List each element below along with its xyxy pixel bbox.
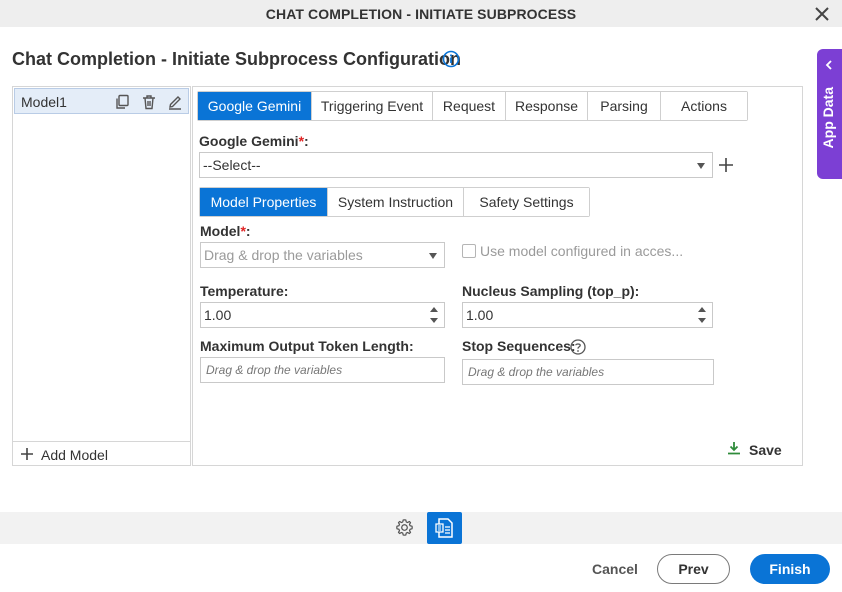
- temperature-label: Temperature:: [200, 283, 289, 299]
- top-p-label: Nucleus Sampling (top_p):: [462, 283, 640, 299]
- app-data-label: App Data: [820, 87, 836, 149]
- document-icon: [435, 518, 453, 538]
- spinner-arrows-icon[interactable]: [698, 305, 706, 325]
- dropdown-arrow-icon: [697, 163, 705, 169]
- window-title: CHAT COMPLETION - INITIATE SUBPROCESS: [265, 6, 577, 22]
- tab-parsing[interactable]: Parsing: [588, 92, 661, 120]
- tab-google-gemini[interactable]: Google Gemini: [198, 92, 312, 120]
- tab-actions[interactable]: Actions: [661, 92, 747, 120]
- document-preview-button[interactable]: [427, 512, 462, 544]
- max-output-token-label: Maximum Output Token Length:: [200, 338, 414, 354]
- add-model-label: Add Model: [41, 447, 108, 463]
- sub-tabs: Model Properties System Instruction Safe…: [199, 187, 590, 217]
- google-gemini-field-label: Google Gemini*:: [199, 133, 309, 149]
- max-output-token-placeholder: Drag & drop the variables: [206, 363, 343, 377]
- prev-button[interactable]: Prev: [657, 554, 730, 584]
- google-gemini-select[interactable]: --Select--: [199, 152, 713, 178]
- model-select-placeholder: Drag & drop the variables: [204, 247, 363, 263]
- plus-icon: [21, 448, 33, 460]
- edit-icon[interactable]: [167, 94, 183, 110]
- chevron-left-icon: [825, 60, 832, 70]
- main-tabs: Google Gemini Triggering Event Request R…: [197, 91, 748, 121]
- tab-safety-settings[interactable]: Safety Settings: [464, 188, 589, 216]
- tab-triggering-event[interactable]: Triggering Event: [312, 92, 433, 120]
- finish-button[interactable]: Finish: [750, 554, 830, 584]
- model-list-item[interactable]: Model1: [14, 88, 189, 114]
- max-output-token-input[interactable]: Drag & drop the variables: [200, 357, 445, 383]
- copy-icon[interactable]: [114, 94, 130, 110]
- top-p-input[interactable]: 1.00: [462, 302, 713, 328]
- delete-icon[interactable]: [141, 94, 157, 110]
- use-configured-model-label: Use model configured in acces...: [480, 243, 684, 259]
- stop-sequences-label: Stop Sequences:: [462, 338, 576, 354]
- add-connection-plus-icon[interactable]: [719, 158, 733, 172]
- cancel-button[interactable]: Cancel: [592, 561, 638, 577]
- dropdown-arrow-icon: [429, 253, 437, 259]
- model-select[interactable]: Drag & drop the variables: [200, 242, 445, 268]
- add-model-button[interactable]: Add Model: [13, 441, 190, 465]
- window-titlebar: CHAT COMPLETION - INITIATE SUBPROCESS: [0, 0, 842, 27]
- google-gemini-select-value: --Select--: [203, 157, 261, 173]
- tab-request[interactable]: Request: [433, 92, 506, 120]
- models-panel: Model1 Add Model: [12, 86, 191, 466]
- tab-response[interactable]: Response: [506, 92, 588, 120]
- page-title: Chat Completion - Initiate Subprocess Co…: [12, 49, 462, 69]
- download-save-icon: [728, 442, 740, 455]
- gear-icon[interactable]: [394, 517, 415, 538]
- help-icon[interactable]: [570, 339, 586, 355]
- use-configured-model-checkbox[interactable]: [462, 244, 476, 258]
- stop-sequences-placeholder: Drag & drop the variables: [468, 365, 605, 379]
- close-icon[interactable]: [812, 4, 832, 24]
- app-data-tab[interactable]: App Data: [817, 49, 842, 179]
- tab-system-instruction[interactable]: System Instruction: [328, 188, 464, 216]
- top-p-value: 1.00: [466, 307, 494, 323]
- bottom-toolbar: [0, 512, 842, 544]
- stop-sequences-input[interactable]: Drag & drop the variables: [462, 359, 714, 385]
- save-label: Save: [749, 442, 782, 458]
- spinner-arrows-icon[interactable]: [430, 305, 438, 325]
- temperature-input[interactable]: 1.00: [200, 302, 445, 328]
- info-icon[interactable]: [442, 50, 460, 68]
- model-name: Model1: [21, 94, 67, 110]
- model-field-label: Model*:: [200, 223, 251, 239]
- tab-model-properties[interactable]: Model Properties: [200, 188, 328, 216]
- temperature-value: 1.00: [204, 307, 232, 323]
